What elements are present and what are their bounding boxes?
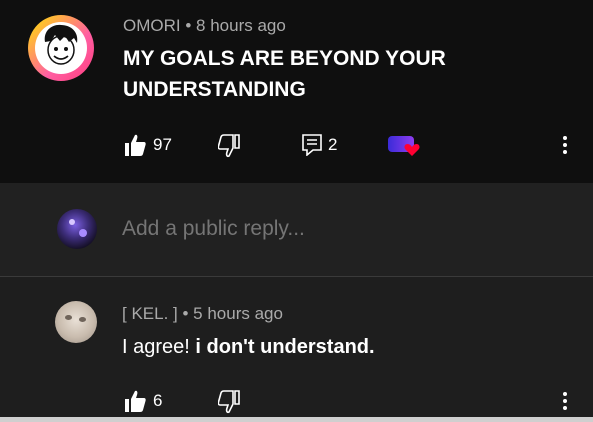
- comment-time[interactable]: 8 hours ago: [196, 16, 286, 35]
- reply-text: I agree! i don't understand.: [122, 336, 375, 359]
- kel-avatar[interactable]: [55, 301, 97, 343]
- reply-text-plain: I agree!: [122, 336, 196, 358]
- more-vert-icon[interactable]: [562, 391, 568, 411]
- reply-meta: [ KEL. ] • 5 hours ago: [122, 304, 283, 324]
- thumbs-up-icon[interactable]: [124, 133, 146, 157]
- comment-author[interactable]: OMORI: [123, 16, 181, 35]
- omori-avatar[interactable]: [28, 15, 94, 81]
- reply-author[interactable]: [ KEL. ]: [122, 304, 178, 323]
- more-vert-icon[interactable]: [562, 135, 568, 155]
- meta-separator: •: [182, 304, 189, 323]
- meta-separator: •: [185, 16, 192, 35]
- comment-meta: OMORI • 8 hours ago: [123, 16, 286, 36]
- reply-icon[interactable]: [302, 134, 322, 156]
- thumbs-down-icon[interactable]: [218, 390, 240, 414]
- reply-count[interactable]: 2: [328, 135, 337, 155]
- add-reply-input[interactable]: [122, 214, 542, 244]
- reply-like-count: 6: [153, 391, 163, 410]
- thumbs-down-icon[interactable]: [218, 134, 240, 158]
- screen-bottom-edge: [0, 417, 593, 422]
- reply-time[interactable]: 5 hours ago: [193, 304, 283, 323]
- like-count: 97: [153, 135, 172, 154]
- user-avatar: [57, 209, 97, 249]
- reply-text-bold: i don't understand.: [195, 336, 375, 358]
- creator-heart-icon: [388, 135, 424, 161]
- comment-text: MY GOALS ARE BEYOND YOUR UNDERSTANDING: [123, 47, 446, 101]
- thumbs-up-icon[interactable]: [124, 389, 146, 413]
